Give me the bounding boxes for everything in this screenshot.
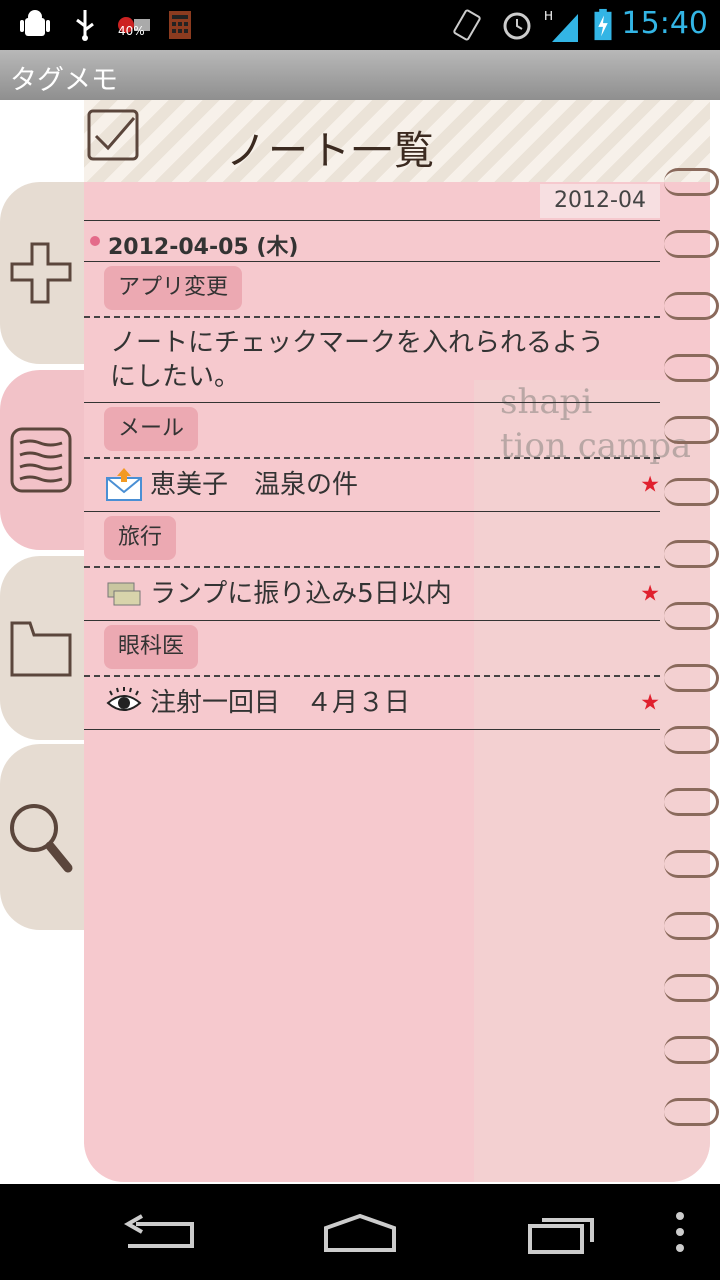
spiral-ring [664, 664, 719, 692]
spiral-ring [664, 602, 719, 630]
spiral-ring [664, 478, 719, 506]
date-dot-icon [90, 236, 100, 246]
note-text: 恵美子 温泉の件 [150, 470, 359, 500]
spiral-ring [664, 726, 719, 754]
tag-row: アプリ変更 [84, 262, 660, 318]
tab-note-list[interactable] [0, 370, 92, 550]
menu-overflow-icon[interactable] [670, 1210, 690, 1256]
recent-apps-icon[interactable] [526, 1212, 598, 1256]
spiral-ring [664, 292, 719, 320]
navigation-bar [0, 1184, 720, 1280]
list-item[interactable]: ランプに振り込み5日以内 ★ [84, 568, 660, 621]
home-icon[interactable] [322, 1212, 398, 1254]
month-header: 2012-04 [84, 180, 660, 221]
page-title: ノート一覧 [226, 128, 436, 174]
date-label: 2012-04-05 (木) [108, 235, 299, 260]
action-bar: タグメモ [0, 50, 720, 100]
star-icon[interactable]: ★ [640, 691, 660, 716]
tag-row: メール [84, 403, 660, 459]
note-text: ランプに振り込み5日以内 [150, 579, 452, 609]
back-icon[interactable] [122, 1214, 196, 1254]
star-icon[interactable]: ★ [640, 473, 660, 498]
tag-label[interactable]: メール [104, 407, 199, 451]
spiral-ring [664, 788, 719, 816]
status-bar: 40% H 15:40 [0, 0, 720, 50]
tag-row: 眼科医 [84, 621, 660, 677]
eye-icon [106, 687, 142, 711]
spiral-ring [664, 230, 719, 258]
money-icon [107, 582, 141, 606]
rotation-icon [453, 9, 481, 41]
tag-label[interactable]: 眼科医 [104, 625, 199, 669]
spiral-ring [664, 540, 719, 568]
spiral-ring [664, 168, 719, 196]
tab-folder[interactable] [0, 556, 92, 740]
tab-add-note[interactable] [0, 182, 92, 364]
checkbox-icon[interactable] [86, 108, 140, 162]
list-item[interactable]: 注射一回目 ４月３日 ★ [84, 677, 660, 730]
notes-icon [10, 427, 72, 493]
spiral-ring [664, 354, 719, 382]
mail-icon [106, 468, 142, 501]
star-icon[interactable]: ★ [640, 582, 660, 607]
memory-percent: 40% [118, 24, 145, 38]
spiral-ring [664, 1098, 719, 1126]
alarm-icon [503, 12, 531, 40]
list-item[interactable]: 恵美子 温泉の件 ★ [84, 459, 660, 512]
month-label: 2012-04 [540, 184, 660, 218]
svg-text:H: H [544, 9, 553, 23]
spiral-ring [664, 1036, 719, 1064]
signal-icon: H [544, 9, 578, 42]
folder-icon [10, 621, 72, 677]
tag-label[interactable]: アプリ変更 [104, 266, 243, 310]
spiral-ring [664, 850, 719, 878]
android-debug-icon [20, 10, 50, 36]
list-item[interactable]: ノートにチェックマークを入れられるようにしたい。 [84, 318, 660, 403]
note-list: 2012-04 2012-04-05 (木) アプリ変更 ノートにチェックマーク… [84, 180, 660, 730]
battery-icon [594, 8, 612, 41]
usb-icon [76, 10, 94, 41]
calculator-icon [169, 11, 191, 39]
note-text: 注射一回目 ４月３日 [150, 688, 411, 718]
tag-label[interactable]: 旅行 [104, 516, 177, 560]
app-title: タグメモ [10, 65, 118, 96]
search-icon [10, 804, 73, 873]
spiral-ring [664, 912, 719, 940]
tab-search[interactable] [0, 744, 92, 930]
note-text: ノートにチェックマークを入れられるようにしたい。 [110, 328, 605, 392]
plus-icon [10, 242, 72, 304]
spiral-ring [664, 974, 719, 1002]
spiral-ring [664, 416, 719, 444]
tag-row: 旅行 [84, 512, 660, 568]
date-header: 2012-04-05 (木) [84, 221, 660, 262]
clock: 15:40 [621, 6, 708, 41]
